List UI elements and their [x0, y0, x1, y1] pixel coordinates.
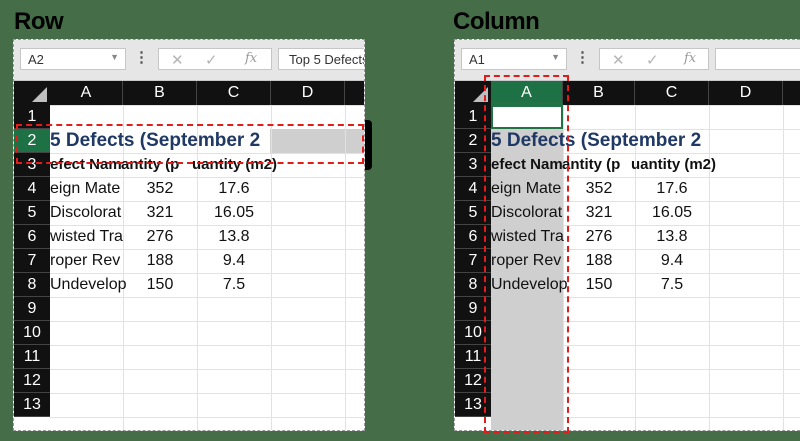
column-header-e[interactable] [783, 81, 800, 105]
header-quantity-m2: uantity (m2) [631, 156, 717, 173]
cell-quantity: 321 [146, 204, 174, 221]
cell-quantity: 352 [585, 180, 613, 197]
row-header-9[interactable]: 9 [14, 297, 50, 321]
close-icon[interactable]: ✕ [171, 51, 184, 69]
cell-quantity-m2: 7.5 [222, 276, 246, 293]
chevron-down-icon[interactable]: ▼ [110, 52, 119, 62]
cell-quantity: 188 [146, 252, 174, 269]
cell-quantity-m2: 9.4 [222, 252, 246, 269]
name-box[interactable]: A2 ▼ [20, 48, 126, 70]
row-header-11[interactable]: 11 [14, 345, 50, 369]
formula-buttons: ✕ ✓ fx [158, 48, 272, 70]
gridline [783, 105, 784, 430]
cell-quantity-m2: 9.4 [660, 252, 684, 269]
column-header-c[interactable]: C [635, 81, 709, 105]
cell-quantity: 188 [585, 252, 613, 269]
formula-input[interactable]: Top 5 Defects (September [278, 48, 364, 70]
cell-quantity-m2: 16.05 [651, 204, 693, 221]
row-header-10[interactable]: 10 [14, 321, 50, 345]
cell-quantity: 150 [585, 276, 613, 293]
cell-quantity-m2: 17.6 [656, 180, 688, 197]
name-box[interactable]: A1 ▼ [461, 48, 567, 70]
select-all-corner[interactable] [14, 81, 50, 105]
cell-quantity: 276 [585, 228, 613, 245]
cell-quantity-m2: 13.8 [218, 228, 250, 245]
select-all-triangle-icon [32, 87, 47, 102]
row-header-8[interactable]: 8 [14, 273, 50, 297]
row-selection-screenshot: A2 ▼ ⋮ ✕ ✓ fx Top 5 Defects (September A… [13, 39, 365, 431]
name-box-value: A1 [469, 52, 485, 67]
cell-quantity-m2: 7.5 [660, 276, 684, 293]
column-caption: Column [453, 8, 540, 35]
column-header-c[interactable]: C [197, 81, 271, 105]
column-header-b[interactable]: B [563, 81, 635, 105]
column-header-d[interactable]: D [271, 81, 345, 105]
cell-quantity: 352 [146, 180, 174, 197]
row-header-7[interactable]: 7 [14, 249, 50, 273]
cell-quantity: 150 [146, 276, 174, 293]
more-options-icon[interactable]: ⋮ [575, 48, 590, 70]
formula-input[interactable] [715, 48, 800, 70]
column-highlight-outline [484, 75, 569, 433]
chevron-down-icon[interactable]: ▼ [551, 52, 560, 62]
column-header-d[interactable]: D [709, 81, 783, 105]
cell-quantity: 276 [146, 228, 174, 245]
cell-quantity-m2: 13.8 [656, 228, 688, 245]
cell-defect-name: Undevelop [50, 276, 127, 293]
row-header-4[interactable]: 4 [14, 177, 50, 201]
check-icon[interactable]: ✓ [646, 51, 659, 69]
row-highlight-outline [16, 124, 364, 164]
header-quantity-p: antity (p [562, 156, 621, 173]
cell-quantity-m2: 17.6 [218, 180, 250, 197]
column-header-b[interactable]: B [123, 81, 197, 105]
row-header-6[interactable]: 6 [14, 225, 50, 249]
cell-quantity-m2: 16.05 [213, 204, 255, 221]
row-caption: Row [14, 8, 64, 35]
cell-defect-name: wisted Tra [50, 228, 123, 245]
formula-bar: A2 ▼ ⋮ ✕ ✓ fx Top 5 Defects (September [14, 40, 364, 81]
cell-quantity: 321 [585, 204, 613, 221]
column-header-a[interactable]: A [50, 81, 123, 105]
row-header-13[interactable]: 13 [14, 393, 50, 417]
formula-buttons: ✕ ✓ fx [599, 48, 709, 70]
name-box-value: A2 [28, 52, 44, 67]
cell-defect-name: roper Rev [50, 252, 121, 269]
row-header-5[interactable]: 5 [14, 201, 50, 225]
row-header-12[interactable]: 12 [14, 369, 50, 393]
more-options-icon[interactable]: ⋮ [134, 48, 149, 70]
close-icon[interactable]: ✕ [612, 51, 625, 69]
fx-icon[interactable]: fx [245, 51, 257, 66]
cell-defect-name: eign Mate [50, 180, 121, 197]
cell-defect-name: Discolorat [50, 204, 122, 221]
fx-icon[interactable]: fx [684, 51, 696, 66]
column-header-e[interactable] [345, 81, 364, 105]
check-icon[interactable]: ✓ [205, 51, 218, 69]
